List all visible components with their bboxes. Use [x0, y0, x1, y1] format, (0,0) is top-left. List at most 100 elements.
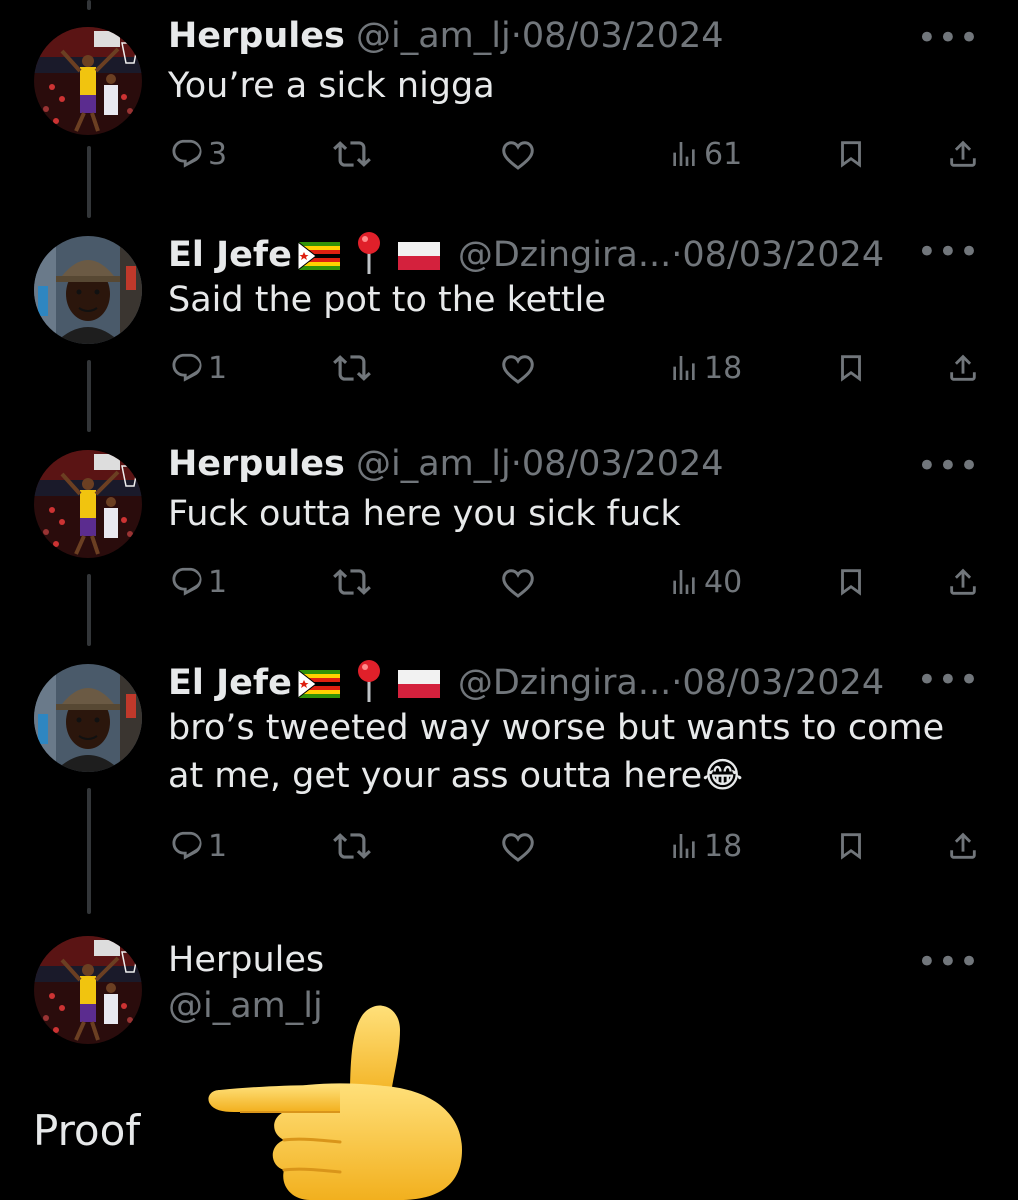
timestamp[interactable]: 08/03/2024: [682, 235, 884, 275]
view-count: 40: [704, 564, 743, 600]
action-bar: 1 18: [0, 824, 1018, 868]
timestamp[interactable]: 08/03/2024: [522, 16, 724, 56]
bookmark-button[interactable]: [834, 346, 868, 390]
tweet[interactable]: Herpules @i_am_lj·08/03/2024 ••• Fuck ou…: [0, 428, 1018, 628]
retweet-button[interactable]: [333, 824, 371, 868]
share-button[interactable]: [946, 132, 980, 176]
avatar[interactable]: [34, 664, 142, 772]
more-icon[interactable]: •••: [917, 21, 980, 55]
views-icon: [668, 566, 700, 598]
share-button[interactable]: [946, 346, 980, 390]
reply-icon: [170, 351, 204, 385]
timestamp[interactable]: 08/03/2024: [682, 663, 884, 703]
reply-icon: [170, 137, 204, 171]
tweet-text-segment: at me, get your ass outta here: [168, 756, 703, 796]
like-button[interactable]: [500, 132, 536, 176]
retweet-button[interactable]: [333, 132, 371, 176]
tweet-text: Fuck outta here you sick fuck: [168, 494, 681, 534]
tweet-text: Said the pot to the kettle: [168, 280, 606, 320]
view-count: 61: [704, 136, 743, 172]
bookmark-button[interactable]: [834, 132, 868, 176]
tweet-header: Herpules @i_am_lj·08/03/2024: [168, 444, 724, 484]
more-icon[interactable]: •••: [917, 945, 980, 979]
display-name[interactable]: El Jefe: [168, 235, 292, 275]
avatar[interactable]: [34, 236, 142, 344]
separator: ·: [671, 663, 683, 703]
bookmark-icon: [834, 565, 868, 599]
views-icon: [668, 830, 700, 862]
reply-icon: [170, 829, 204, 863]
separator: ·: [671, 235, 683, 275]
timestamp[interactable]: 08/03/2024: [522, 444, 724, 484]
retweet-icon: [333, 827, 371, 865]
share-icon: [946, 137, 980, 171]
tweet[interactable]: El Jefe @Dzingira...·08/03/2024 ••• Said …: [0, 214, 1018, 414]
bookmark-button[interactable]: [834, 824, 868, 868]
action-bar: 3 61: [0, 132, 1018, 176]
views-icon: [668, 138, 700, 170]
reply-icon: [170, 565, 204, 599]
reply-count: 1: [208, 828, 228, 864]
bookmark-icon: [834, 829, 868, 863]
tweet-header: Herpules @i_am_lj·08/03/2024: [168, 16, 724, 56]
tweet-header: El Jefe @Dzingira...·08/03/2024: [168, 658, 884, 703]
retweet-button[interactable]: [333, 346, 371, 390]
handle[interactable]: @Dzingira...: [458, 235, 671, 275]
share-icon: [946, 565, 980, 599]
handle[interactable]: @Dzingira...: [458, 663, 671, 703]
zimbabwe-flag-icon: [298, 670, 340, 698]
laughing-emoji: 😂: [702, 756, 744, 796]
avatar[interactable]: [34, 27, 142, 135]
share-icon: [946, 351, 980, 385]
tweet[interactable]: El Jefe @Dzingira...·08/03/2024 ••• bro’s…: [0, 642, 1018, 902]
display-name[interactable]: Herpules: [168, 16, 345, 56]
reply-button[interactable]: 3: [170, 132, 227, 176]
reply-count: 1: [208, 564, 228, 600]
views-button[interactable]: 18: [668, 824, 742, 868]
zimbabwe-flag-icon: [298, 242, 340, 270]
handle[interactable]: @i_am_lj: [356, 444, 511, 484]
retweet-icon: [333, 349, 371, 387]
main-tweet[interactable]: Herpules @i_am_lj •••: [0, 930, 1018, 1050]
pointing-hand-icon: [208, 1005, 462, 1200]
pin-icon: [354, 658, 384, 702]
view-count: 18: [704, 828, 743, 864]
view-count: 18: [704, 350, 743, 386]
views-button[interactable]: 40: [668, 560, 742, 604]
like-icon: [500, 136, 536, 172]
like-button[interactable]: [500, 560, 536, 604]
display-name[interactable]: Herpules: [168, 444, 345, 484]
bookmark-icon: [834, 137, 868, 171]
reply-button[interactable]: 1: [170, 824, 227, 868]
like-button[interactable]: [500, 824, 536, 868]
action-bar: 1 18: [0, 346, 1018, 390]
handle[interactable]: @i_am_lj: [356, 16, 511, 56]
reply-count: 3: [208, 136, 228, 172]
like-icon: [500, 828, 536, 864]
retweet-button[interactable]: [333, 560, 371, 604]
like-icon: [500, 564, 536, 600]
action-bar: 1 40: [0, 560, 1018, 604]
share-button[interactable]: [946, 560, 980, 604]
reply-button[interactable]: 1: [170, 560, 227, 604]
display-name[interactable]: Herpules: [168, 940, 324, 980]
reply-count: 1: [208, 350, 228, 386]
bookmark-button[interactable]: [834, 560, 868, 604]
share-button[interactable]: [946, 824, 980, 868]
views-button[interactable]: 18: [668, 346, 742, 390]
reply-button[interactable]: 1: [170, 346, 227, 390]
avatar[interactable]: [34, 450, 142, 558]
more-icon[interactable]: •••: [917, 449, 980, 483]
avatar[interactable]: [34, 936, 142, 1044]
views-icon: [668, 352, 700, 384]
tweet[interactable]: Herpules @i_am_lj·08/03/2024 ••• You’re …: [0, 0, 1018, 200]
views-button[interactable]: 61: [668, 132, 742, 176]
separator: ·: [510, 444, 522, 484]
display-name[interactable]: El Jefe: [168, 663, 292, 703]
like-button[interactable]: [500, 346, 536, 390]
like-icon: [500, 350, 536, 386]
share-icon: [946, 829, 980, 863]
separator: ·: [510, 16, 522, 56]
more-icon[interactable]: •••: [917, 235, 980, 269]
more-icon[interactable]: •••: [917, 663, 980, 697]
